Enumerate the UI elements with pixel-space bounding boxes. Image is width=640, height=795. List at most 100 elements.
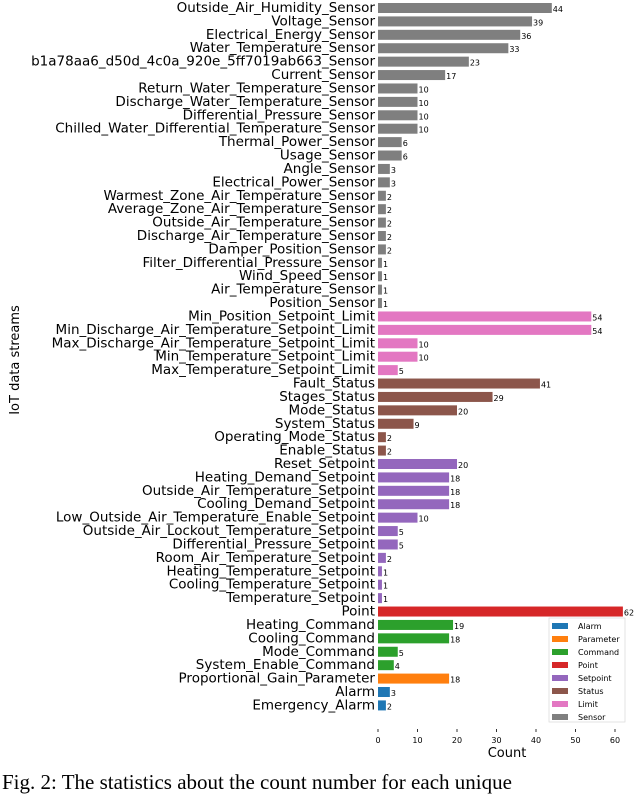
bar <box>378 43 509 54</box>
bar <box>378 284 382 295</box>
bar <box>378 512 418 523</box>
bar <box>378 700 386 711</box>
legend-label: Status <box>578 687 604 696</box>
bar <box>378 619 454 630</box>
bar-value-label: 10 <box>419 340 429 349</box>
bar-value-label: 2 <box>387 434 392 443</box>
bar <box>378 163 390 174</box>
bar-value-label: 10 <box>419 85 429 94</box>
bar <box>378 204 386 215</box>
legend-label: Alarm <box>578 622 602 631</box>
x-tick-label: 0 <box>375 736 380 745</box>
x-tick-label: 40 <box>531 736 541 745</box>
bar-value-label: 1 <box>383 595 388 604</box>
bar-value-label: 19 <box>454 622 464 631</box>
bar <box>378 552 386 563</box>
bar <box>378 593 382 604</box>
bar-value-label: 2 <box>387 448 392 457</box>
bar-value-label: 41 <box>541 381 551 390</box>
legend-swatch <box>552 688 568 694</box>
bar-value-label: 2 <box>387 246 392 255</box>
bar-value-label: 3 <box>391 689 396 698</box>
bar <box>378 29 521 40</box>
bar <box>378 606 623 617</box>
legend-swatch <box>552 636 568 642</box>
bar-value-label: 6 <box>403 139 408 148</box>
bar <box>378 231 386 241</box>
bar-value-label: 18 <box>450 501 460 510</box>
bar-value-label: 1 <box>383 287 388 296</box>
bar-value-label: 6 <box>403 153 408 162</box>
bar <box>378 687 390 697</box>
legend-swatch <box>552 675 568 681</box>
figure-caption: Fig. 2: The statistics about the count n… <box>2 770 512 794</box>
legend-label: Command <box>578 648 619 657</box>
x-tick-label: 50 <box>570 736 580 745</box>
bar-value-label: 2 <box>387 193 392 202</box>
bar-value-label: 20 <box>458 461 468 470</box>
bar <box>378 150 402 161</box>
bar-chart: Outside_Air_Humidity_Sensor 44Voltage_Sen… <box>8 0 634 761</box>
bar-value-label: 23 <box>470 59 480 68</box>
bar-value-label: 54 <box>592 327 602 336</box>
bar <box>378 3 552 13</box>
bar-value-label: 18 <box>450 488 460 497</box>
legend-label: Parameter <box>578 635 620 644</box>
bar <box>378 298 382 309</box>
bar <box>378 432 386 443</box>
bar <box>378 56 469 67</box>
bar-value-label: 17 <box>446 72 456 81</box>
bar <box>378 391 493 402</box>
bar <box>378 338 418 349</box>
bar <box>378 566 382 577</box>
legend-label: Limit <box>578 700 598 709</box>
bar <box>378 579 382 590</box>
x-tick-label: 20 <box>452 736 462 745</box>
bar-value-label: 10 <box>419 354 429 363</box>
bar <box>378 217 386 228</box>
bar-value-label: 5 <box>399 541 404 550</box>
bar <box>378 418 414 429</box>
bar-value-label: 54 <box>592 313 602 322</box>
legend-swatch <box>552 623 568 629</box>
legend-label: Sensor <box>578 713 606 722</box>
bar-value-label: 2 <box>387 206 392 215</box>
bar-value-label: 18 <box>450 676 460 685</box>
bar <box>378 110 418 121</box>
bar <box>378 70 446 81</box>
bar <box>378 177 390 188</box>
bar <box>378 311 592 322</box>
bar <box>378 445 386 456</box>
bar <box>378 123 418 134</box>
x-tick-label: 30 <box>491 736 501 745</box>
bar <box>378 257 382 268</box>
bar <box>378 472 450 483</box>
bar <box>378 190 386 201</box>
bar-value-label: 5 <box>399 528 404 537</box>
bar-value-label: 2 <box>387 555 392 564</box>
bar-value-label: 62 <box>624 609 634 618</box>
bar-value-label: 3 <box>391 166 396 175</box>
bar-value-label: 20 <box>458 407 468 416</box>
bar <box>378 351 418 362</box>
bar-value-label: 9 <box>415 421 420 430</box>
bar <box>378 539 398 550</box>
legend-swatch <box>552 701 568 707</box>
legend-label: Point <box>578 661 598 670</box>
bar-value-label: 2 <box>387 233 392 242</box>
legend-swatch <box>552 649 568 655</box>
bar-value-label: 10 <box>419 112 429 121</box>
x-tick-label: 10 <box>412 736 422 745</box>
bar-value-label: 4 <box>395 662 400 671</box>
bar-value-label: 10 <box>419 99 429 108</box>
bar <box>378 660 394 671</box>
bar-value-label: 1 <box>383 582 388 591</box>
bar-value-label: 29 <box>494 394 504 403</box>
bar-value-label: 1 <box>383 568 388 577</box>
x-axis-label: Count <box>488 746 527 761</box>
bar-category-label: Emergency_Alarm <box>252 697 375 713</box>
bar-value-label: 36 <box>521 32 531 41</box>
bar <box>378 633 450 644</box>
bar-value-label: 3 <box>391 179 396 188</box>
bar-value-label: 5 <box>399 649 404 658</box>
